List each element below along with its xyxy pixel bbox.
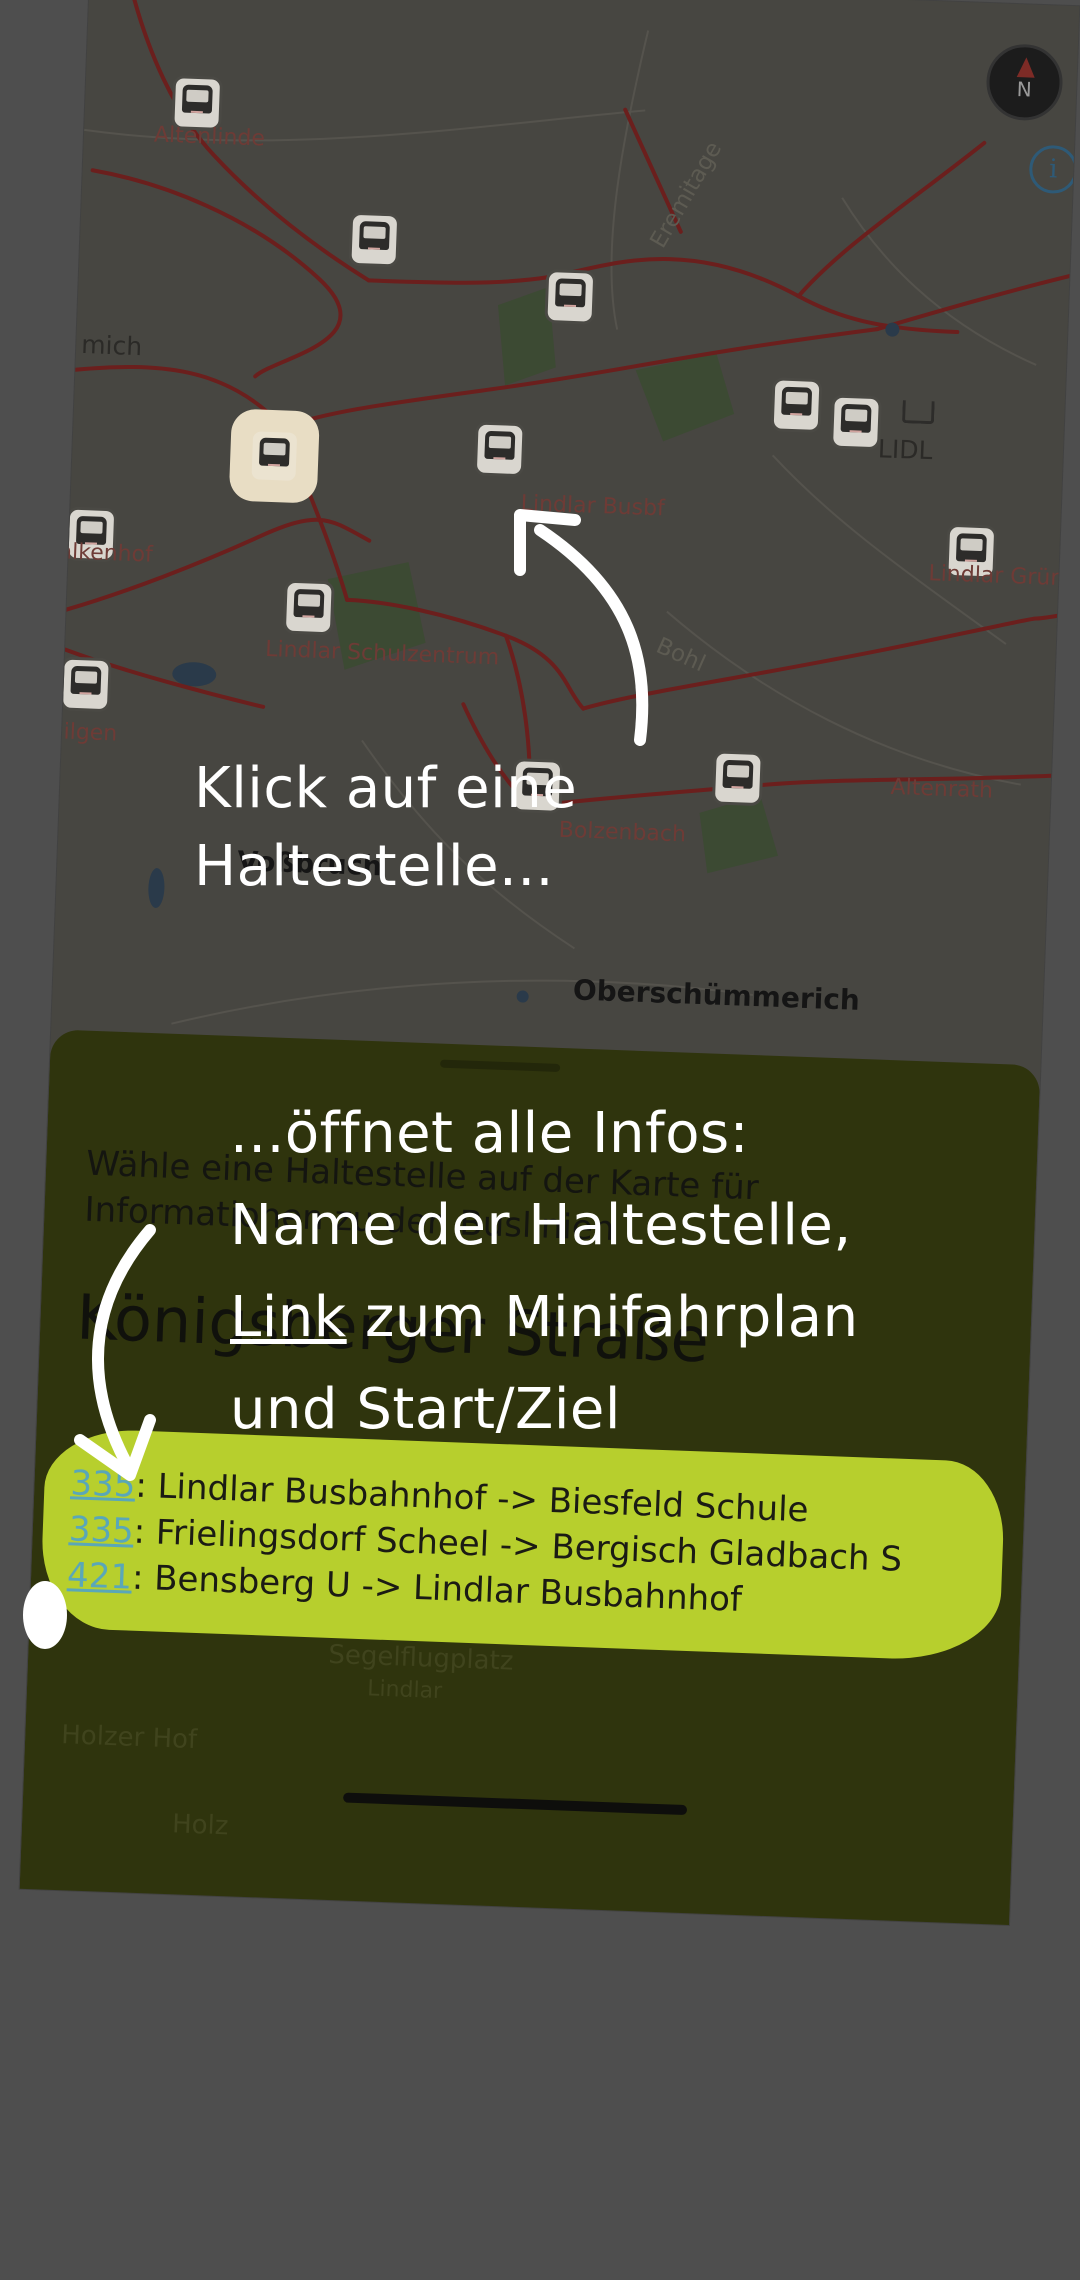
map-label-lindlar-gruen: Lindlar Grün [927,561,1065,592]
bus-stop-icon[interactable] [476,424,523,475]
annotation-bottom-line: Name der Haltestelle, [230,1193,852,1258]
bus-line-link[interactable]: 335 [70,1463,136,1505]
map-ghost-label-holz: Holz [171,1809,229,1842]
bus-stop-icon[interactable] [351,214,398,265]
annotation-link-word: Link [230,1285,347,1350]
bus-line-link[interactable]: 421 [66,1555,132,1597]
map-ghost-label-segelflugplatz: Segelflugplatz [327,1639,514,1677]
compass-north-label: N [1016,77,1033,102]
bus-stop-icon[interactable] [773,380,820,430]
annotation-top-line: Klick auf eine [194,756,578,821]
bus-stop-icon[interactable] [833,397,879,448]
map-label-falkenhof: alkenhof [58,539,154,568]
annotation-bottom-line: Link zum Minifahrplan [230,1272,859,1364]
bus-stop-icon[interactable] [714,753,761,804]
map-label-hilgen: Hilgen [46,718,118,747]
annotation-bottom: ...öffnet alle Infos: Name der Haltestel… [230,1088,859,1456]
annotation-bottom-line: und Start/Ziel [230,1377,621,1442]
shopping-cart-icon [901,400,935,425]
annotation-top-line: Haltestelle... [194,834,554,899]
bus-stop-icon[interactable] [174,78,221,128]
annotation-top: Klick auf eine Haltestelle... [194,750,577,906]
bus-stop-icon[interactable] [547,272,594,322]
sheet-drag-handle[interactable] [440,1059,561,1072]
bus-stop-icon[interactable] [285,582,332,633]
map-ghost-label-lindlar: Lindlar [366,1676,443,1705]
map-label-lidl: LIDL [877,434,933,466]
bus-stop-icon-selected[interactable] [251,431,298,481]
map-label-bolzenbach: Bolzenbach [558,817,687,848]
map-label-altenlinde: Altenlinde [153,122,266,152]
bus-stop-icon[interactable] [62,659,109,710]
map-canvas[interactable] [48,0,1080,1126]
map-label-lindlar-busbf: Lindlar Busbf [520,491,666,522]
annotation-line-rest: zum Minifahrplan [346,1285,859,1350]
home-indicator[interactable] [343,1792,688,1816]
map-label-mich: mich [80,329,143,362]
screenshot-stage: mapbox N i Altenlinde Eremitage mich LID… [0,0,1080,2280]
map-label-altenrath: Altenrath [890,774,994,804]
app-screen: mapbox N i Altenlinde Eremitage mich LID… [19,0,1080,1925]
bus-line-link[interactable]: 335 [68,1509,134,1551]
annotation-bottom-line: ...öffnet alle Infos: [230,1101,750,1166]
compass-needle-icon [1016,57,1036,78]
map-ghost-label-holzer-hof: Holzer Hof [60,1720,198,1756]
